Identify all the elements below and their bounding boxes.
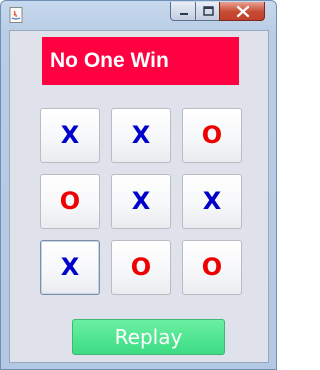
cell-row-3-col-2[interactable]: O bbox=[111, 240, 171, 295]
maximize-icon bbox=[203, 6, 214, 16]
status-label: No One Win bbox=[42, 37, 239, 85]
cell-row-2-col-3[interactable]: X bbox=[182, 174, 242, 229]
game-window: No One Win X X O O X X X O O Replay bbox=[0, 0, 277, 370]
cell-row-3-col-3[interactable]: O bbox=[182, 240, 242, 295]
cell-row-2-col-2[interactable]: X bbox=[111, 174, 171, 229]
close-icon bbox=[236, 5, 250, 18]
minimize-icon bbox=[180, 13, 188, 15]
title-bar[interactable] bbox=[1, 1, 276, 29]
replay-button[interactable]: Replay bbox=[72, 319, 225, 355]
cell-row-1-col-3[interactable]: O bbox=[182, 108, 242, 163]
game-panel: No One Win X X O O X X X O O Replay bbox=[9, 30, 269, 363]
maximize-button[interactable] bbox=[195, 2, 220, 21]
cell-row-1-col-1[interactable]: X bbox=[40, 108, 100, 163]
close-button[interactable] bbox=[219, 2, 265, 21]
cell-row-3-col-1[interactable]: X bbox=[40, 240, 100, 295]
minimize-button[interactable] bbox=[170, 2, 196, 21]
cell-row-1-col-2[interactable]: X bbox=[111, 108, 171, 163]
cell-row-2-col-1[interactable]: O bbox=[40, 174, 100, 229]
java-app-icon bbox=[9, 7, 23, 23]
